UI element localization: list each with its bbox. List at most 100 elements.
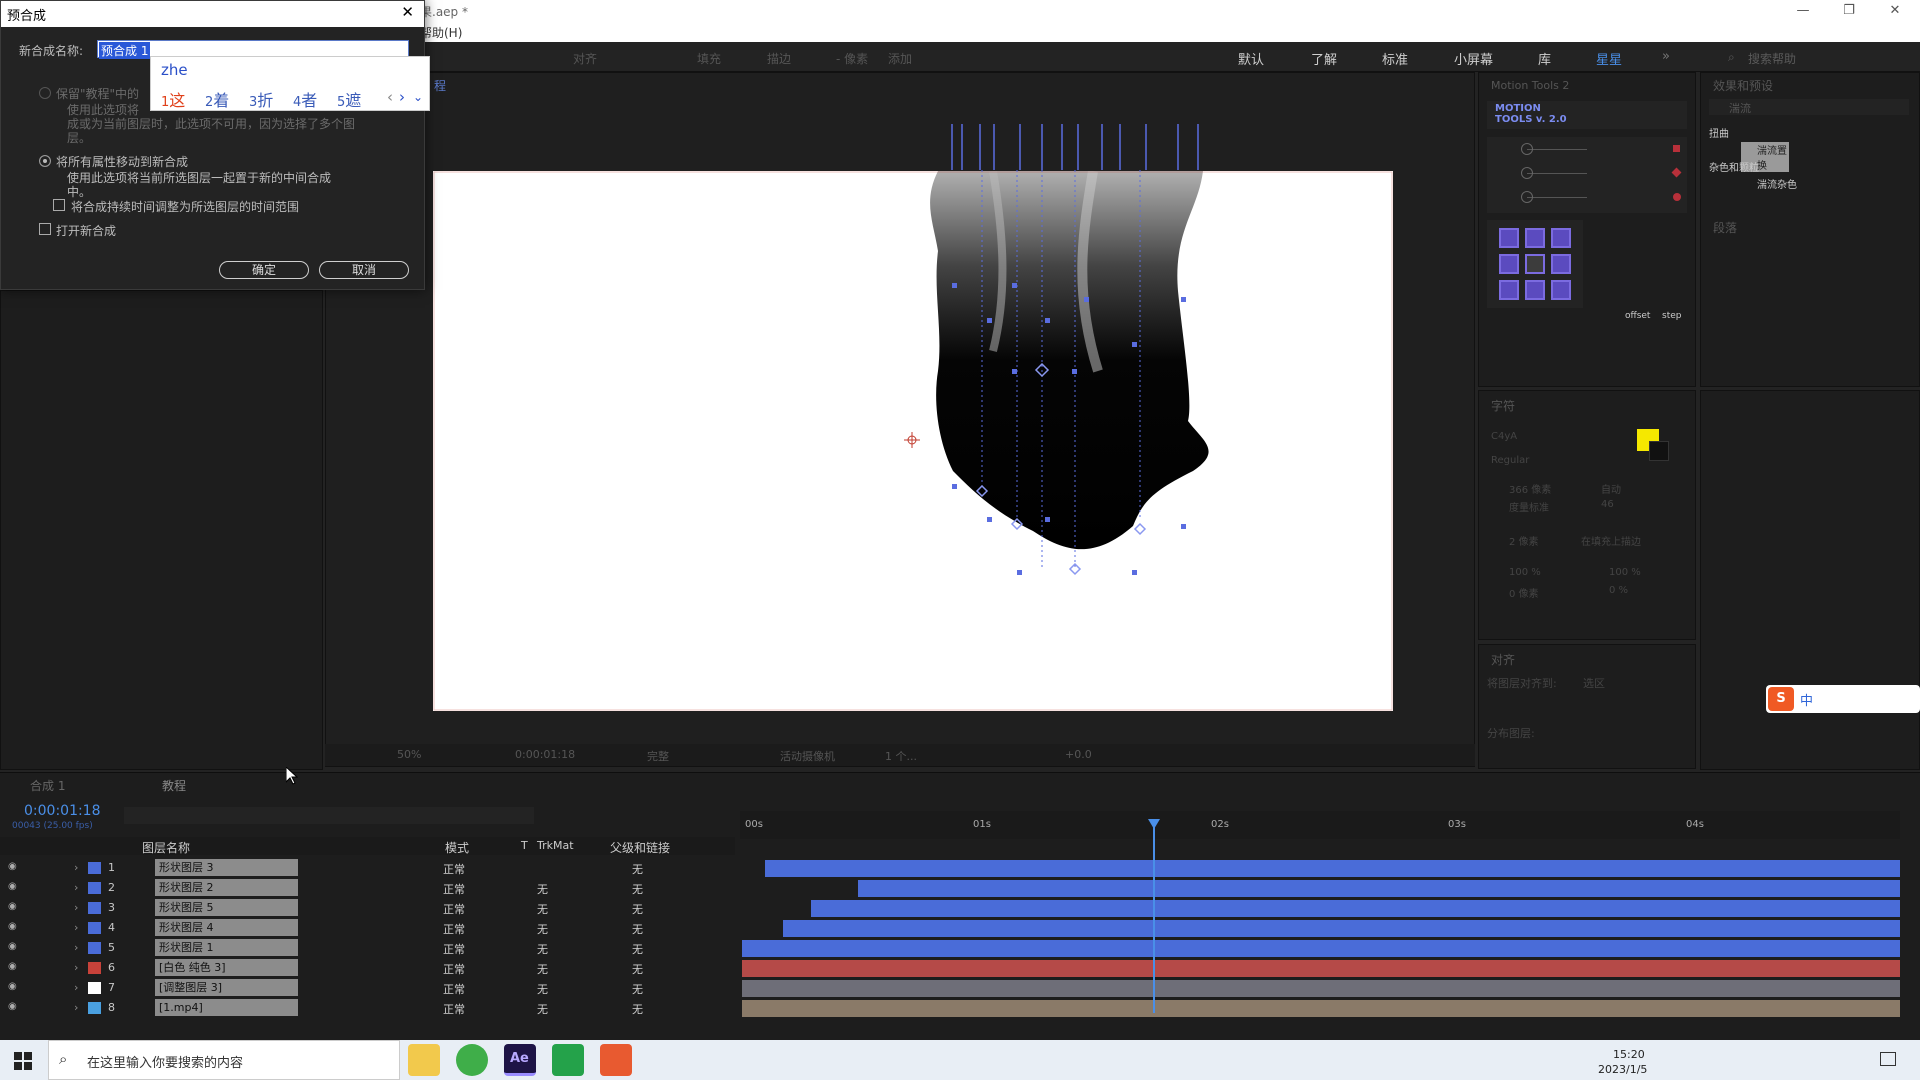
- blend-mode-select[interactable]: 正常: [443, 921, 507, 936]
- close-window-button[interactable]: ✕: [1872, 0, 1918, 24]
- vertical-scale[interactable]: 100 %: [1509, 567, 1541, 578]
- camtasia-orange-icon[interactable]: [600, 1044, 632, 1076]
- parent-select[interactable]: 无: [632, 981, 712, 997]
- visibility-eye-icon[interactable]: ◉: [8, 1001, 17, 1012]
- taskbar-date[interactable]: 2023/1/5: [1598, 1063, 1647, 1076]
- blend-mode-select[interactable]: 正常: [443, 881, 507, 896]
- toolbar-align[interactable]: 对齐: [573, 50, 597, 67]
- easing-sliders[interactable]: [1487, 137, 1687, 213]
- label-color-swatch[interactable]: [88, 862, 101, 874]
- parent-select[interactable]: 无: [632, 881, 712, 897]
- visibility-eye-icon[interactable]: ◉: [8, 941, 17, 952]
- track-area[interactable]: [742, 859, 1900, 1039]
- layer-duration-bar[interactable]: [783, 920, 1900, 937]
- ime-candidate-4[interactable]: 4者: [293, 87, 317, 111]
- expand-chevron-icon[interactable]: ›: [74, 881, 78, 894]
- toolbar-stroke[interactable]: 描边: [767, 50, 791, 67]
- layer-row[interactable]: ◉ › 7 [调整图层 3] 正常 无 无: [0, 979, 735, 999]
- ok-button[interactable]: 确定: [219, 261, 309, 279]
- taskbar-search[interactable]: ⌕ 在这里输入你要搜索的内容: [48, 1040, 400, 1080]
- views-select[interactable]: 1 个...: [885, 748, 917, 764]
- open-new-comp-checkbox[interactable]: [39, 223, 51, 235]
- kerning[interactable]: 度量标准: [1509, 499, 1549, 514]
- expand-chevron-icon[interactable]: ›: [74, 861, 78, 874]
- expand-chevron-icon[interactable]: ›: [74, 1001, 78, 1014]
- resolution-select[interactable]: 完整: [647, 748, 669, 764]
- offset-label[interactable]: offset: [1625, 311, 1650, 321]
- trkmat-select[interactable]: 无: [537, 901, 595, 917]
- option-keep-attributes-radio[interactable]: [39, 87, 51, 99]
- effects-group-distort[interactable]: 扭曲: [1709, 125, 1729, 140]
- layer-duration-bar[interactable]: [742, 960, 1900, 977]
- time-ruler[interactable]: 00s 01s 02s 03s 04s: [740, 811, 1900, 839]
- tsume[interactable]: 0 %: [1609, 585, 1628, 596]
- stroke-width[interactable]: 2 像素: [1509, 533, 1539, 548]
- label-color-swatch[interactable]: [88, 1002, 101, 1014]
- parent-select[interactable]: 无: [632, 961, 712, 977]
- ime-expand-icon[interactable]: ⌄: [413, 90, 423, 104]
- layer-duration-bar[interactable]: [742, 940, 1900, 957]
- effects-search[interactable]: 湍流: [1709, 99, 1909, 115]
- timeline-timecode[interactable]: 0:00:01:18: [24, 803, 101, 819]
- visibility-eye-icon[interactable]: ◉: [8, 921, 17, 932]
- layer-name[interactable]: 形状图层 5: [155, 899, 298, 916]
- col-t[interactable]: T: [521, 839, 528, 852]
- label-color-swatch[interactable]: [88, 922, 101, 934]
- font-size[interactable]: 366 像素: [1509, 481, 1551, 496]
- zoom-select[interactable]: 50%: [397, 748, 421, 761]
- after-effects-icon[interactable]: Ae: [504, 1044, 536, 1076]
- layer-row[interactable]: ◉ › 8 [1.mp4] 正常 无 无: [0, 999, 735, 1019]
- ime-candidate-3[interactable]: 3折: [249, 87, 273, 111]
- leading[interactable]: 自动: [1601, 481, 1621, 496]
- layer-row[interactable]: ◉ › 3 形状图层 5 正常 无 无: [0, 899, 735, 919]
- parent-select[interactable]: 无: [632, 861, 712, 877]
- blend-mode-select[interactable]: 正常: [443, 901, 507, 916]
- ime-prev-icon[interactable]: ‹: [387, 88, 393, 106]
- label-color-swatch[interactable]: [88, 902, 101, 914]
- effect-turbulent-noise[interactable]: 湍流杂色: [1757, 176, 1797, 191]
- ime-candidate-2[interactable]: 2着: [205, 87, 229, 111]
- expand-chevron-icon[interactable]: ›: [74, 981, 78, 994]
- minimize-button[interactable]: —: [1780, 0, 1826, 24]
- visibility-eye-icon[interactable]: ◉: [8, 961, 17, 972]
- layer-duration-bar[interactable]: [742, 1000, 1900, 1017]
- tracking[interactable]: 46: [1601, 499, 1614, 510]
- layer-row[interactable]: ◉ › 4 形状图层 4 正常 无 无: [0, 919, 735, 939]
- stroke-mode[interactable]: 在填充上描边: [1581, 533, 1641, 548]
- anchor-point-icon[interactable]: [904, 432, 920, 448]
- trkmat-select[interactable]: 无: [537, 881, 595, 897]
- font-select[interactable]: C4yA: [1491, 431, 1517, 442]
- option-move-attributes-radio[interactable]: [39, 155, 51, 167]
- col-parent[interactable]: 父级和链接: [610, 839, 670, 856]
- ime-next-icon[interactable]: ›: [399, 88, 405, 106]
- font-style-select[interactable]: Regular: [1491, 455, 1529, 466]
- parent-select[interactable]: 无: [632, 941, 712, 957]
- layer-row[interactable]: ◉ › 6 [白色 纯色 3] 正常 无 无: [0, 959, 735, 979]
- anchor-grid[interactable]: [1487, 220, 1583, 308]
- parent-select[interactable]: 无: [632, 901, 712, 917]
- adjust-duration-checkbox[interactable]: [53, 199, 65, 211]
- ime-candidate-1[interactable]: 1这: [161, 87, 185, 111]
- blend-mode-select[interactable]: 正常: [443, 981, 507, 996]
- workspace-libraries[interactable]: 库: [1538, 49, 1551, 68]
- trkmat-select[interactable]: 无: [537, 981, 595, 997]
- layer-duration-bar[interactable]: [858, 880, 1900, 897]
- expand-chevron-icon[interactable]: ›: [74, 921, 78, 934]
- layer-name[interactable]: [白色 纯色 3]: [155, 959, 298, 976]
- viewer-tab[interactable]: 程: [434, 77, 446, 94]
- camera-select[interactable]: 活动摄像机: [780, 748, 835, 764]
- viewer-timecode[interactable]: 0:00:01:18: [515, 748, 575, 761]
- cancel-button[interactable]: 取消: [319, 261, 409, 279]
- trkmat-select[interactable]: 无: [537, 961, 595, 977]
- timeline-tab-comp1[interactable]: 合成 1: [30, 777, 65, 794]
- layer-name[interactable]: 形状图层 4: [155, 919, 298, 936]
- visibility-eye-icon[interactable]: ◉: [8, 861, 17, 872]
- blend-mode-select[interactable]: 正常: [443, 961, 507, 976]
- visibility-eye-icon[interactable]: ◉: [8, 981, 17, 992]
- stroke-color-swatch[interactable]: [1649, 441, 1669, 461]
- menu-help[interactable]: 帮助(H): [420, 24, 462, 41]
- layer-name[interactable]: 形状图层 2: [155, 879, 298, 896]
- search-help[interactable]: 搜索帮助: [1748, 50, 1796, 67]
- layer-duration-bar[interactable]: [765, 860, 1900, 877]
- layer-search[interactable]: [124, 807, 534, 824]
